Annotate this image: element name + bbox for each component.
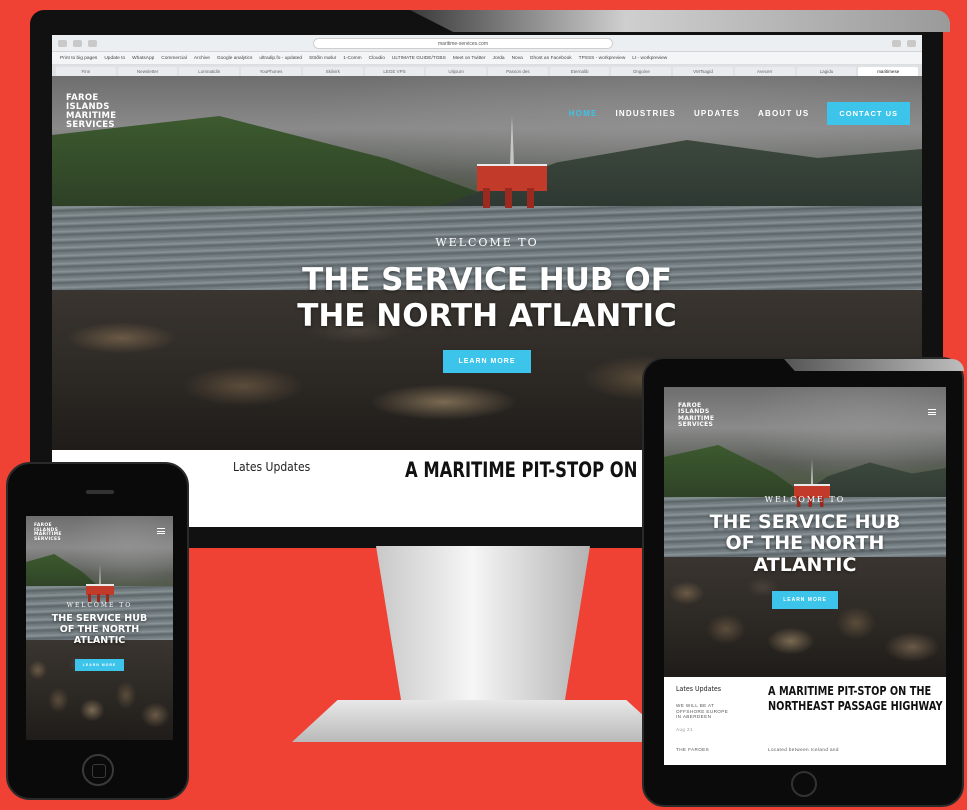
update-date: Aug 21 (676, 727, 693, 732)
browser-tab[interactable]: Passon des (488, 67, 548, 76)
article-title[interactable]: A MARITIME PIT-STOP ON THE NORTHEAST PAS… (768, 683, 946, 713)
article-excerpt: Located between Iceland and (768, 747, 839, 752)
forward-icon[interactable] (73, 39, 82, 47)
site-logo[interactable]: FAROE ISLANDS MARITIME SERVICES (678, 402, 714, 428)
browser-tab[interactable]: Skilvirk (302, 67, 363, 76)
browser-tabs: Finn Newsletter Lomnatidin YouPhones Ski… (52, 65, 922, 76)
browser-tab[interactable]: Ongoine (611, 67, 672, 76)
site-logo[interactable]: FAROE ISLANDS MARITIME SERVICES (66, 94, 116, 130)
browser-tab[interactable]: Lomnatidin (179, 67, 240, 76)
menu-icon[interactable] (928, 409, 936, 415)
browser-tab[interactable]: LEGE VPS (364, 67, 425, 76)
monitor-glare (410, 10, 950, 32)
share-icon[interactable] (892, 39, 901, 47)
menu-icon[interactable] (157, 528, 165, 534)
bookmark[interactable]: Jorda (493, 56, 505, 61)
hero-headline-line2: THE NORTH ATLANTIC (297, 297, 677, 334)
monitor-stand (376, 546, 590, 704)
nav-industries[interactable]: INDUSTRIES (616, 109, 676, 118)
tablet-hero-image: FAROE ISLANDS MARITIME SERVICES WELCOME TO… (664, 387, 946, 677)
browser-tab[interactable]: Finn (56, 67, 116, 76)
home-button[interactable] (82, 754, 114, 786)
phone-device: FAROE ISLANDS MARITIME SERVICES WELCOME TO… (6, 462, 189, 800)
site-logo[interactable]: FAROE ISLANDS MARITIME SERVICES (34, 523, 62, 543)
bookmark[interactable]: Meet on Twitter (453, 56, 486, 61)
latest-updates-heading: Lates Updates (676, 685, 722, 693)
hero-headline-line3: ATLANTIC (73, 634, 126, 646)
oil-rig (86, 564, 114, 602)
site-nav: HOME INDUSTRIES UPDATES ABOUT US CONTACT… (569, 102, 910, 125)
tabs-icon[interactable] (907, 39, 916, 47)
url-bar[interactable]: maritime-services.com (313, 37, 613, 49)
nav-updates[interactable]: UPDATES (694, 109, 740, 118)
hero-copy: WELCOME TO THE SERVICE HUB OF THE NORTH … (52, 236, 922, 374)
bookmarks-bar: Print to big pages Update to WhatsApp Co… (52, 52, 922, 65)
update-snippet[interactable]: WE WILL BE AT OFFSHORE EUROPE IN ABERDEE… (676, 703, 728, 720)
latest-updates-heading: Lates Updates (233, 460, 311, 474)
browser-tab[interactable]: Uitjourn (426, 67, 487, 76)
bookmark[interactable]: Commercial (161, 56, 187, 61)
bookmark[interactable]: ULTIMATE GUIDE/TGBS (392, 56, 446, 61)
browser-tab[interactable]: Eternalib (549, 67, 610, 76)
bookmark[interactable]: WhatsApp (132, 56, 154, 61)
content-section: Lates Updates WE WILL BE AT OFFSHORE EUR… (664, 677, 946, 765)
tablet-device: FAROE ISLANDS MARITIME SERVICES WELCOME TO… (642, 357, 964, 807)
bookmark[interactable]: ultradip.fo - updated (259, 56, 302, 61)
hero-headline-line1: THE SERVICE HUB OF (302, 262, 672, 298)
learn-more-button[interactable]: LEARN MORE (772, 590, 838, 609)
tablet-screen: FAROE ISLANDS MARITIME SERVICES WELCOME TO… (664, 387, 946, 765)
bookmark[interactable]: Stöðin mølur (309, 56, 336, 61)
monitor-base (292, 700, 672, 742)
hero-headline-line2: OF THE NORTH (725, 532, 885, 555)
browser-toolbar: maritime-services.com (52, 35, 922, 52)
bookmark[interactable]: Cloudio (369, 56, 385, 61)
nav-about-us[interactable]: ABOUT US (758, 109, 809, 118)
tablet-glare (784, 359, 964, 371)
back-icon[interactable] (58, 39, 67, 47)
phone-screen: FAROE ISLANDS MARITIME SERVICES WELCOME TO… (26, 516, 173, 740)
bookmark[interactable]: Print to big pages (60, 56, 97, 61)
bookmark[interactable]: Update to (104, 56, 125, 61)
oil-rig (477, 116, 547, 208)
bookmark[interactable]: Ghost an Facebook (530, 56, 572, 61)
learn-more-button[interactable]: LEARN MORE (443, 350, 531, 374)
hillside-left (52, 116, 531, 211)
contact-us-button[interactable]: CONTACT US (827, 102, 910, 125)
hero-headline-line3: ATLANTIC (753, 553, 857, 576)
article-title[interactable]: A MARITIME PIT-STOP ON THE (405, 458, 679, 482)
browser-tab[interactable]: VMTsagid (673, 67, 733, 76)
bookmark[interactable]: Nova (512, 56, 523, 61)
welcome-text: WELCOME TO (435, 236, 539, 249)
hero-copy: WELCOME TO THE SERVICE HUB OF THE NORTH … (26, 602, 173, 671)
update-snippet-2[interactable]: THE FAROES (676, 747, 709, 753)
browser-tab[interactable]: Avecerr (734, 67, 795, 76)
home-button[interactable] (791, 771, 817, 797)
browser-tab[interactable]: YouPhones (241, 67, 301, 76)
sidebar-icon[interactable] (88, 39, 97, 47)
learn-more-button[interactable]: LEARN MORE (74, 658, 125, 671)
phone-speaker (86, 490, 114, 494)
browser-tab[interactable]: Lagidu (796, 67, 857, 76)
nav-home[interactable]: HOME (569, 109, 598, 118)
bookmark[interactable]: Archive (194, 56, 210, 61)
welcome-text: WELCOME TO (66, 602, 133, 609)
bookmark[interactable]: TPSSS - workpreview (579, 56, 626, 61)
hero-copy: WELCOME TO THE SERVICE HUB OF THE NORTH … (664, 495, 946, 609)
welcome-text: WELCOME TO (764, 495, 846, 504)
bookmark[interactable]: 1-Comm (343, 56, 361, 61)
bookmark[interactable]: Lt - workpreview (632, 56, 667, 61)
browser-tab[interactable]: Newsletter (117, 67, 178, 76)
phone-hero-image: FAROE ISLANDS MARITIME SERVICES WELCOME TO… (26, 516, 173, 740)
bookmark[interactable]: Google analytics (217, 56, 252, 61)
browser-tab-active[interactable]: maritimese (858, 67, 919, 76)
hero-headline-line1: THE SERVICE HUB (709, 511, 901, 533)
